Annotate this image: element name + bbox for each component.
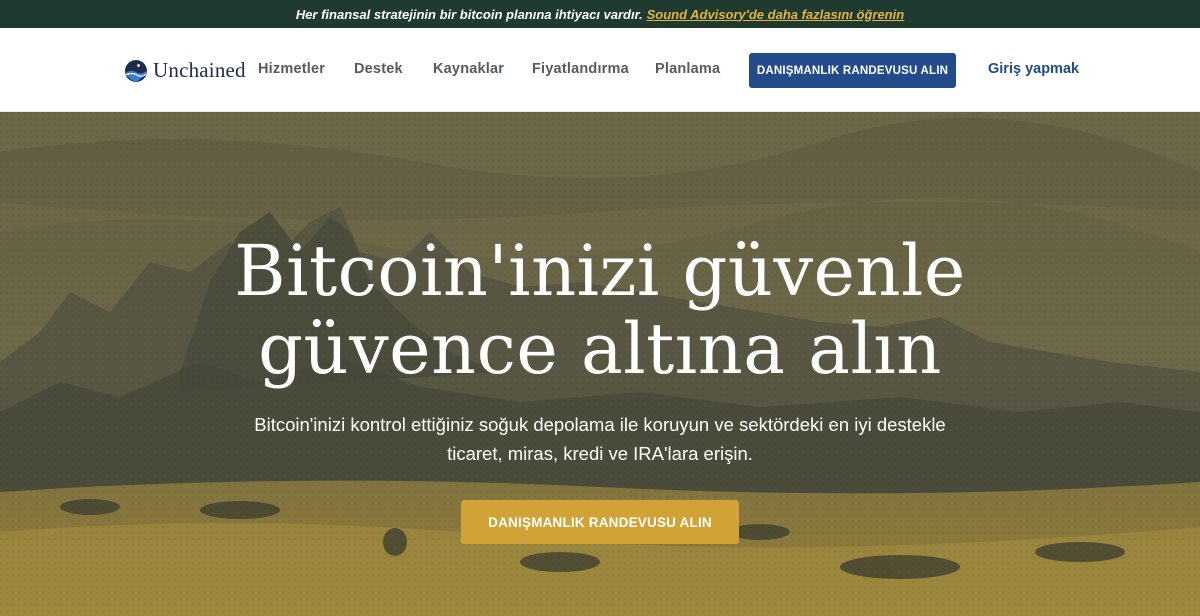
logo[interactable]: Unchained [124, 58, 246, 83]
login-link[interactable]: Giriş yapmak [988, 61, 1079, 77]
nav-item-pricing[interactable]: Fiyatlandırma [532, 61, 629, 77]
hero-title: Bitcoin'inizi güvenle güvence altına alı… [0, 232, 1200, 388]
announcement-link[interactable]: Sound Advisory'de daha fazlasını öğrenin [647, 7, 905, 22]
top-navigation: Unchained Hizmetler Destek Kaynaklar Fiy… [0, 28, 1200, 112]
hero-section: Bitcoin'inizi güvenle güvence altına alı… [0, 112, 1200, 616]
announcement-bar: Her finansal stratejinin bir bitcoin pla… [0, 0, 1200, 28]
hero-subtitle-line-2: ticaret, miras, kredi ve IRA'lara erişin… [447, 443, 753, 464]
nav-item-planning[interactable]: Planlama [655, 61, 720, 77]
hero-subtitle-line-1: Bitcoin'inizi kontrol ettiğiniz soğuk de… [254, 414, 946, 435]
logo-text: Unchained [153, 58, 246, 82]
hero-title-line-2: güvence altına alın [258, 308, 942, 390]
consultation-button[interactable]: DANIŞMANLIK RANDEVUSU ALIN [749, 53, 956, 88]
nav-item-services[interactable]: Hizmetler [258, 61, 325, 77]
hero-subtitle: Bitcoin'inizi kontrol ettiğiniz soğuk de… [200, 410, 1000, 468]
nav-item-resources[interactable]: Kaynaklar [433, 61, 504, 77]
hero-consultation-button[interactable]: DANIŞMANLIK RANDEVUSU ALIN [461, 500, 739, 544]
hero-title-line-1: Bitcoin'inizi güvenle [234, 230, 966, 312]
nav-item-support[interactable]: Destek [354, 61, 403, 77]
unchained-logo-icon [125, 59, 147, 82]
announcement-text: Her finansal stratejinin bir bitcoin pla… [295, 6, 643, 22]
